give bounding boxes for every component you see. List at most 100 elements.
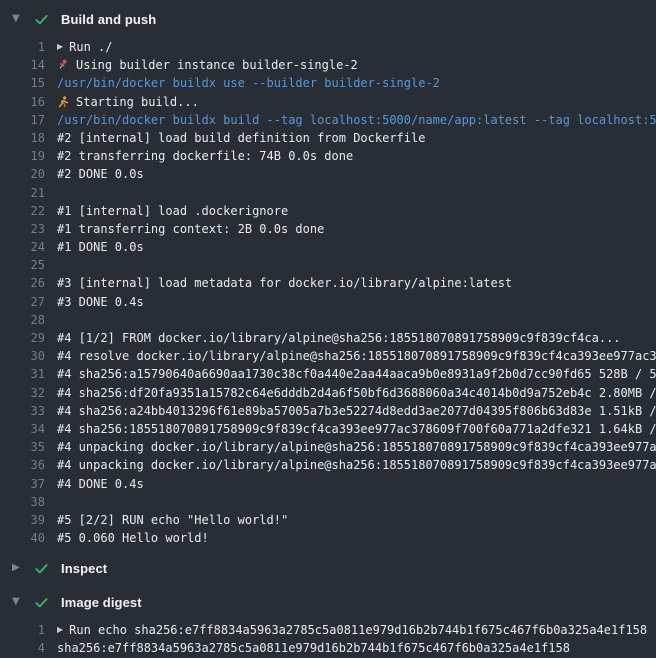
line-number[interactable]: 39 bbox=[0, 511, 45, 529]
line-number[interactable]: 28 bbox=[0, 311, 45, 329]
section-header[interactable]: ▶ Inspect bbox=[0, 555, 656, 581]
log-line: 40 #5 0.060 Hello world! bbox=[0, 529, 656, 547]
chevron-right-icon[interactable]: ▶ bbox=[12, 563, 34, 573]
line-text: #2 DONE 0.0s bbox=[57, 165, 144, 183]
expand-arrow-icon[interactable]: ▶ bbox=[57, 621, 63, 639]
line-content: #1 DONE 0.0s bbox=[57, 238, 144, 256]
section-header[interactable]: ▼ Build and push bbox=[0, 6, 656, 32]
line-number[interactable]: 25 bbox=[0, 256, 45, 274]
log-line: 33 #4 sha256:a24bb4013296f61e89ba57005a7… bbox=[0, 402, 656, 420]
line-text: Using builder instance builder-single-2 bbox=[76, 56, 358, 74]
log-line: 27 #3 DONE 0.4s bbox=[0, 293, 656, 311]
log-line: 36 #4 unpacking docker.io/library/alpine… bbox=[0, 456, 656, 474]
section-lines: 1 ▶ Run ./ 14 Using builder instance buil… bbox=[0, 32, 656, 547]
log-line: 37 #4 DONE 0.4s bbox=[0, 475, 656, 493]
line-number[interactable]: 1 bbox=[0, 38, 45, 56]
line-content: #5 0.060 Hello world! bbox=[57, 529, 209, 547]
section-header[interactable]: ▼ Image digest bbox=[0, 589, 656, 615]
log-line: 15 /usr/bin/docker buildx use --builder … bbox=[0, 74, 656, 92]
line-content: #4 sha256:a15790640a6690aa1730c38cf0a440… bbox=[57, 365, 656, 383]
line-text: #1 [internal] load .dockerignore bbox=[57, 202, 288, 220]
log-line: 32 #4 sha256:df20fa9351a15782c64e6dddb2d… bbox=[0, 384, 656, 402]
check-icon bbox=[34, 561, 49, 576]
log-line: 29 #4 [1/2] FROM docker.io/library/alpin… bbox=[0, 329, 656, 347]
line-text: #2 [internal] load build definition from… bbox=[57, 129, 425, 147]
log-line: 38 bbox=[0, 493, 656, 511]
line-content: ▶ Run ./ bbox=[57, 38, 113, 56]
chevron-down-icon[interactable]: ▼ bbox=[12, 14, 34, 24]
line-number[interactable]: 27 bbox=[0, 293, 45, 311]
line-text: Run echo sha256:e7ff8834a5963a2785c5a081… bbox=[69, 621, 647, 639]
line-text: Run ./ bbox=[69, 38, 112, 56]
line-number[interactable]: 16 bbox=[0, 93, 45, 111]
section-lines: 1 ▶ Run echo sha256:e7ff8834a5963a2785c5a… bbox=[0, 615, 656, 657]
log-line: 14 Using builder instance builder-single… bbox=[0, 56, 656, 74]
line-content: #3 [internal] load metadata for docker.i… bbox=[57, 274, 512, 292]
line-content: #4 unpacking docker.io/library/alpine@sh… bbox=[57, 456, 656, 474]
log-line: 39 #5 [2/2] RUN echo "Hello world!" bbox=[0, 511, 656, 529]
line-number[interactable]: 32 bbox=[0, 384, 45, 402]
chevron-down-icon[interactable]: ▼ bbox=[12, 597, 34, 607]
line-text: #4 sha256:a24bb4013296f61e89ba57005a7b3e… bbox=[57, 402, 656, 420]
log-line: 18 #2 [internal] load build definition f… bbox=[0, 129, 656, 147]
actions-log-viewer: ▼ Build and push 1 ▶Run ./ 14 Using buil… bbox=[0, 0, 656, 658]
log-line: 24 #1 DONE 0.0s bbox=[0, 238, 656, 256]
line-number[interactable]: 19 bbox=[0, 147, 45, 165]
line-content: #4 [1/2] FROM docker.io/library/alpine@s… bbox=[57, 329, 621, 347]
line-text: /usr/bin/docker buildx use --builder bui… bbox=[57, 74, 440, 92]
line-number[interactable]: 23 bbox=[0, 220, 45, 238]
line-content: #4 sha256:185518070891758909c9f839cf4ca3… bbox=[57, 420, 656, 438]
runner-icon bbox=[57, 96, 69, 108]
line-number[interactable]: 18 bbox=[0, 129, 45, 147]
log-line: 31 #4 sha256:a15790640a6690aa1730c38cf0a… bbox=[0, 365, 656, 383]
line-number[interactable]: 33 bbox=[0, 402, 45, 420]
line-text: /usr/bin/docker buildx build --tag local… bbox=[57, 111, 656, 129]
line-number[interactable]: 29 bbox=[0, 329, 45, 347]
line-number[interactable]: 31 bbox=[0, 365, 45, 383]
log-line[interactable]: 1 ▶ Run echo sha256:e7ff8834a5963a2785c5a… bbox=[0, 621, 656, 639]
line-content: #4 DONE 0.4s bbox=[57, 475, 144, 493]
line-number[interactable]: 22 bbox=[0, 202, 45, 220]
log-line: 21 bbox=[0, 184, 656, 202]
log-section-image-digest: ▼ Image digest 1 ▶ Run echo sha256:e7ff88… bbox=[0, 589, 656, 657]
log-line: 35 #4 unpacking docker.io/library/alpine… bbox=[0, 438, 656, 456]
line-number[interactable]: 1 bbox=[0, 621, 45, 639]
check-icon bbox=[34, 595, 49, 610]
line-content: ▶ Run echo sha256:e7ff8834a5963a2785c5a08… bbox=[57, 621, 647, 639]
log-line: 34 #4 sha256:185518070891758909c9f839cf4… bbox=[0, 420, 656, 438]
line-text: #4 DONE 0.4s bbox=[57, 475, 144, 493]
expand-arrow-icon[interactable]: ▶ bbox=[57, 38, 63, 56]
line-number[interactable]: 24 bbox=[0, 238, 45, 256]
line-number[interactable]: 35 bbox=[0, 438, 45, 456]
log-line: 25 bbox=[0, 256, 656, 274]
line-number[interactable]: 15 bbox=[0, 74, 45, 92]
line-text: #4 sha256:df20fa9351a15782c64e6dddb2d4a6… bbox=[57, 384, 656, 402]
log-line: 23 #1 transferring context: 2B 0.0s done bbox=[0, 220, 656, 238]
log-line: 16 Starting build... bbox=[0, 93, 656, 111]
log-line: 4 sha256:e7ff8834a5963a2785c5a0811e979d1… bbox=[0, 639, 656, 657]
log-section-build-and-push: ▼ Build and push 1 ▶ Run ./ 14 Using buil… bbox=[0, 6, 656, 547]
check-icon bbox=[34, 12, 49, 27]
pushpin-icon bbox=[57, 59, 69, 71]
line-number[interactable]: 36 bbox=[0, 456, 45, 474]
line-number[interactable]: 20 bbox=[0, 165, 45, 183]
line-content: #4 sha256:a24bb4013296f61e89ba57005a7b3e… bbox=[57, 402, 656, 420]
line-number[interactable]: 37 bbox=[0, 475, 45, 493]
line-number[interactable]: 21 bbox=[0, 184, 45, 202]
line-number[interactable]: 30 bbox=[0, 347, 45, 365]
line-content: Using builder instance builder-single-2 bbox=[57, 56, 358, 74]
line-number[interactable]: 34 bbox=[0, 420, 45, 438]
line-number[interactable]: 17 bbox=[0, 111, 45, 129]
log-line: 26 #3 [internal] load metadata for docke… bbox=[0, 274, 656, 292]
log-line: 19 #2 transferring dockerfile: 74B 0.0s … bbox=[0, 147, 656, 165]
line-number[interactable]: 26 bbox=[0, 274, 45, 292]
line-content: Starting build... bbox=[57, 93, 199, 111]
log-line: 20 #2 DONE 0.0s bbox=[0, 165, 656, 183]
line-number[interactable]: 38 bbox=[0, 493, 45, 511]
line-number[interactable]: 14 bbox=[0, 56, 45, 74]
section-title: Inspect bbox=[61, 561, 107, 576]
log-line: 30 #4 resolve docker.io/library/alpine@s… bbox=[0, 347, 656, 365]
line-number[interactable]: 40 bbox=[0, 529, 45, 547]
log-line[interactable]: 1 ▶ Run ./ bbox=[0, 38, 656, 56]
line-number[interactable]: 4 bbox=[0, 639, 45, 657]
